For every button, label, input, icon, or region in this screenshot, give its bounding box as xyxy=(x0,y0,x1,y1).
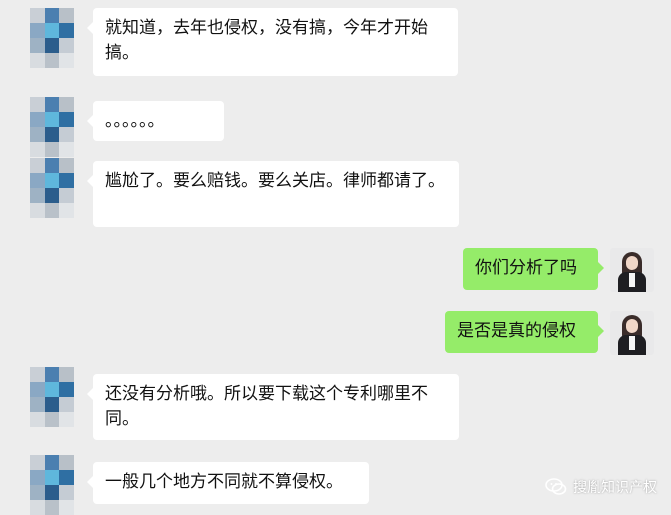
user-avatar[interactable] xyxy=(610,311,654,355)
message-text: 是否是真的侵权 xyxy=(457,321,576,341)
message-text: 尴尬了。要么赔钱。要么关店。律师都请了。 xyxy=(105,171,445,191)
contact-avatar[interactable] xyxy=(30,8,74,68)
wechat-icon xyxy=(545,478,567,495)
contact-avatar[interactable] xyxy=(30,455,74,515)
message-text: 就知道，去年也侵权，没有搞，今年才开始搞。 xyxy=(105,18,428,63)
contact-avatar[interactable] xyxy=(30,367,74,427)
message-bubble[interactable]: 是否是真的侵权 xyxy=(445,311,604,353)
message-bubble[interactable]: 。。。。。。 xyxy=(87,101,224,141)
message-bubble[interactable]: 就知道，去年也侵权，没有搞，今年才开始搞。 xyxy=(87,8,458,76)
watermark-text: 搜胤知识产权 xyxy=(573,480,657,496)
message-bubble[interactable]: 你们分析了吗 xyxy=(463,248,604,290)
contact-avatar[interactable] xyxy=(30,97,74,157)
message-bubble[interactable]: 一般几个地方不同就不算侵权。 xyxy=(87,462,369,504)
contact-avatar[interactable] xyxy=(30,158,74,218)
message-text: 。。。。。。 xyxy=(105,111,165,131)
message-text: 一般几个地方不同就不算侵权。 xyxy=(105,472,343,492)
message-bubble[interactable]: 尴尬了。要么赔钱。要么关店。律师都请了。 xyxy=(87,161,459,227)
message-bubble[interactable]: 还没有分析哦。所以要下载这个专利哪里不同。 xyxy=(87,374,459,440)
message-text: 还没有分析哦。所以要下载这个专利哪里不同。 xyxy=(105,384,428,429)
message-text: 你们分析了吗 xyxy=(475,258,577,278)
user-avatar[interactable] xyxy=(610,248,654,292)
watermark: 搜胤知识产权 xyxy=(545,477,657,497)
